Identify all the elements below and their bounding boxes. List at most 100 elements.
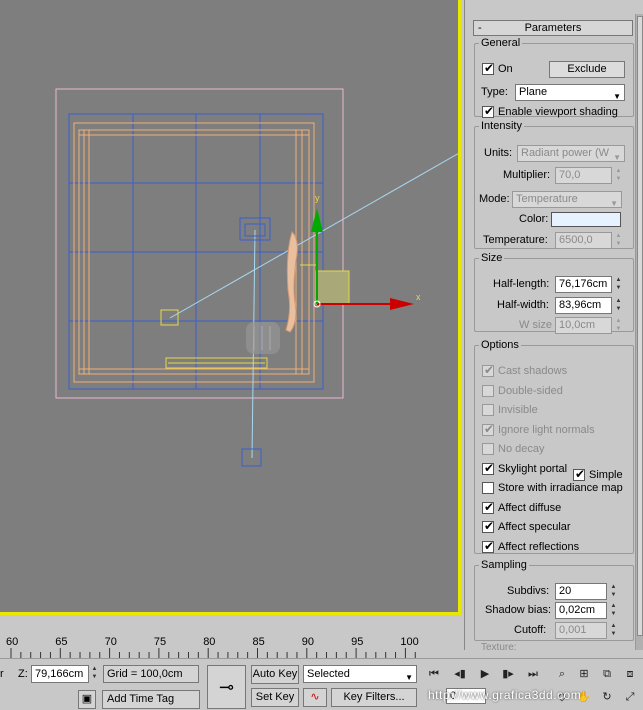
option-checkbox[interactable] — [482, 443, 494, 455]
on-checkbox[interactable]: ✔ — [482, 61, 495, 75]
axis-y-label: y — [315, 193, 320, 203]
option-checkbox[interactable]: ✔ — [482, 461, 495, 475]
color-swatch[interactable] — [551, 212, 621, 227]
option-checkbox[interactable] — [482, 404, 494, 416]
shadow-bias-field[interactable]: 0,02cm — [555, 602, 607, 619]
half-length-spinner[interactable]: ▲ ▼ — [614, 276, 623, 293]
multiplier-spinner[interactable]: ▲ ▼ — [614, 167, 623, 184]
ruler-tick-label: 80 — [203, 636, 215, 648]
mode-dropdown[interactable]: Temperature ▼ — [512, 191, 622, 208]
half-width-spinner[interactable]: ▲ ▼ — [614, 297, 623, 314]
subdivs-spinner[interactable]: ▲ ▼ — [609, 583, 618, 600]
half-width-label: Half-width: — [497, 299, 549, 311]
option-checkbox[interactable] — [482, 482, 494, 494]
temperature-spinner[interactable]: ▲ ▼ — [614, 232, 623, 249]
texture-legend: Texture: — [481, 642, 517, 653]
cutoff-label: Cutoff: — [514, 624, 547, 636]
play-icon[interactable]: ▶ — [476, 665, 494, 683]
group-size: Size Half-length: 76,176cm ▲ ▼ Half-width… — [474, 252, 634, 334]
key-filters-button[interactable]: Key Filters... — [331, 688, 417, 707]
chevron-down-icon: ▼ — [613, 92, 621, 101]
light-icon[interactable] — [246, 322, 280, 354]
ruler-tick-label: 100 — [400, 636, 418, 648]
go-to-start-icon[interactable]: ⏮ — [425, 665, 443, 683]
previous-frame-icon[interactable]: ◂▮ — [451, 665, 469, 683]
check-icon: ✔ — [484, 500, 495, 514]
check-icon: ✔ — [575, 467, 586, 481]
exclude-button[interactable]: Exclude — [549, 61, 625, 78]
status-bar: r Z: 79,166cm ▲ ▼ Grid = 100,0cm ▣ Add Ti… — [0, 658, 643, 710]
cutoff-field[interactable]: 0,001 — [555, 622, 607, 639]
option-checkbox[interactable]: ✔ — [482, 363, 495, 377]
half-width-field[interactable]: 83,96cm — [555, 297, 612, 314]
time-tag-icon[interactable]: ▣ — [78, 690, 96, 709]
subdivs-field[interactable]: 20 — [555, 583, 607, 600]
zoom-extents-icon[interactable]: ⧉ — [598, 665, 616, 683]
viewport-shading-checkbox[interactable]: ✔ — [482, 104, 494, 118]
key-icon[interactable]: ⊸ — [207, 665, 246, 709]
set-key-button[interactable]: Set Key — [251, 688, 299, 707]
option-checkbox[interactable]: ✔ — [482, 539, 495, 553]
panel-scroll-thumb[interactable] — [637, 16, 643, 636]
option-label: Double-sided — [498, 385, 563, 397]
command-panel: - Parameters General ✔ On Exclude Type: … — [464, 0, 643, 653]
group-sampling: Sampling Subdivs: 20 ▲ ▼ Shadow bias: 0,0… — [474, 559, 634, 641]
option-checkbox[interactable]: ✔ — [482, 519, 495, 533]
curve-icon[interactable]: ∿ — [303, 688, 327, 707]
camera-target[interactable] — [241, 448, 262, 467]
check-icon: ✔ — [484, 539, 495, 553]
maximize-viewport-icon[interactable]: ⤢ — [621, 688, 639, 706]
w-size-spinner[interactable]: ▲ ▼ — [614, 317, 623, 334]
zoom-all-icon[interactable]: ⊞ — [575, 665, 593, 683]
half-length-field[interactable]: 76,176cm — [555, 276, 612, 293]
z-coordinate-field[interactable]: 79,166cm — [31, 665, 89, 683]
group-sampling-legend: Sampling — [481, 559, 527, 571]
group-general-legend: General — [481, 37, 521, 49]
scene-wireframe: x y — [55, 88, 458, 467]
units-dropdown[interactable]: Radiant power (W ▼ — [517, 145, 625, 162]
panel-scrollbar[interactable] — [635, 14, 643, 650]
multiplier-field[interactable]: 70,0 — [555, 167, 612, 184]
vray-light-plane-grid[interactable] — [68, 113, 324, 390]
viewport-top[interactable]: x y — [0, 0, 461, 615]
option-checkbox[interactable]: ✔ — [482, 422, 494, 436]
ruler-tick-label: 85 — [253, 636, 265, 648]
gizmo-y-arrow[interactable] — [311, 208, 323, 232]
coord-prefix: r — [0, 668, 4, 680]
option-label: Invisible — [498, 404, 538, 416]
group-intensity: Intensity Units: Radiant power (W ▼ Mult… — [474, 120, 634, 249]
next-frame-icon[interactable]: ▮▸ — [499, 665, 517, 683]
w-size-field[interactable]: 10,0cm — [555, 317, 612, 334]
group-size-legend: Size — [481, 252, 503, 264]
gizmo-x-arrow[interactable] — [390, 298, 414, 310]
ruler-tick-label: 60 — [6, 636, 18, 648]
z-spinner[interactable]: ▲ ▼ — [90, 665, 99, 682]
go-to-end-icon[interactable]: ⏭ — [524, 665, 542, 683]
check-icon: ✔ — [484, 461, 495, 475]
shadow-bias-spinner[interactable]: ▲ ▼ — [609, 602, 618, 619]
orbit-icon[interactable]: ↻ — [598, 688, 616, 706]
check-icon: ✔ — [484, 519, 495, 533]
simple-checkbox[interactable]: ✔ — [573, 467, 586, 481]
check-icon: ✔ — [484, 61, 495, 75]
add-time-tag-button[interactable]: Add Time Tag — [102, 690, 200, 709]
light-target[interactable] — [160, 309, 179, 326]
parameters-rollout-header[interactable]: - Parameters — [473, 20, 633, 36]
subdivs-label: Subdivs: — [507, 585, 550, 597]
option-label: Store with irradiance map — [498, 482, 623, 494]
time-ruler[interactable]: 60 65 70 75 80 85 90 95 100 — [0, 634, 420, 658]
zoom-icon[interactable]: ⌕ — [553, 665, 571, 683]
option-checkbox[interactable] — [482, 385, 494, 397]
cutoff-spinner[interactable]: ▲ ▼ — [609, 622, 618, 639]
selected-light-box[interactable] — [315, 270, 350, 305]
selection-dropdown[interactable]: Selected ▼ — [303, 665, 417, 683]
multiplier-label: Multiplier: — [503, 169, 551, 181]
ruler-tick-label: 90 — [302, 636, 314, 648]
option-checkbox[interactable]: ✔ — [482, 500, 495, 514]
type-dropdown[interactable]: Plane ▼ — [515, 84, 625, 101]
temperature-field[interactable]: 6500,0 — [555, 232, 612, 249]
auto-key-button[interactable]: Auto Key — [251, 665, 299, 684]
group-general: General ✔ On Exclude Type: Plane ▼ ✔ Ena… — [474, 37, 634, 118]
zoom-extents-all-icon[interactable]: ⧈ — [621, 665, 639, 683]
check-icon: ✔ — [484, 363, 495, 377]
